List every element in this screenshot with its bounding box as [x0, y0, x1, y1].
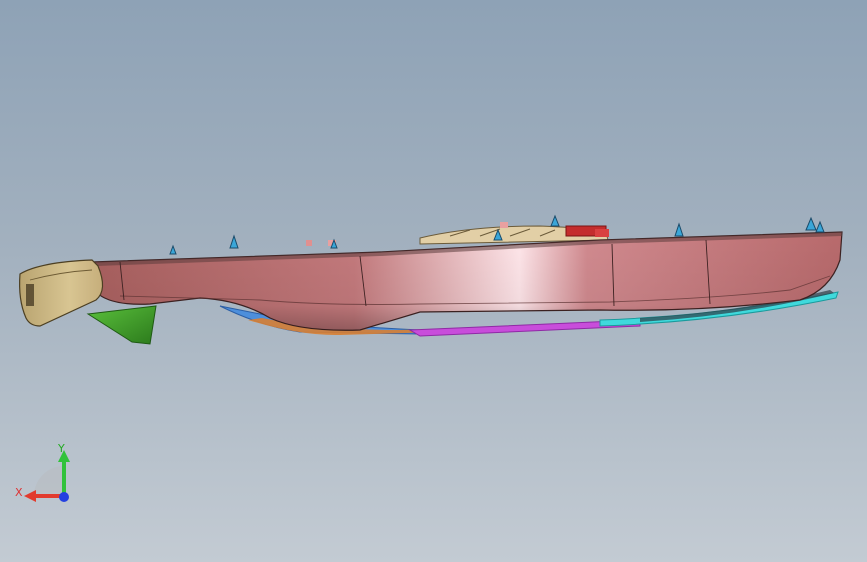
y-axis-label: Y	[58, 442, 65, 455]
z-axis-dot	[59, 492, 69, 502]
coordinate-triad: X Y	[12, 440, 76, 510]
stern	[19, 259, 104, 327]
x-axis-label: X	[15, 486, 23, 499]
boat-model-3d[interactable]	[0, 0, 867, 562]
keel-fin	[86, 305, 157, 345]
graphics-viewport[interactable]: X Y	[0, 0, 867, 562]
